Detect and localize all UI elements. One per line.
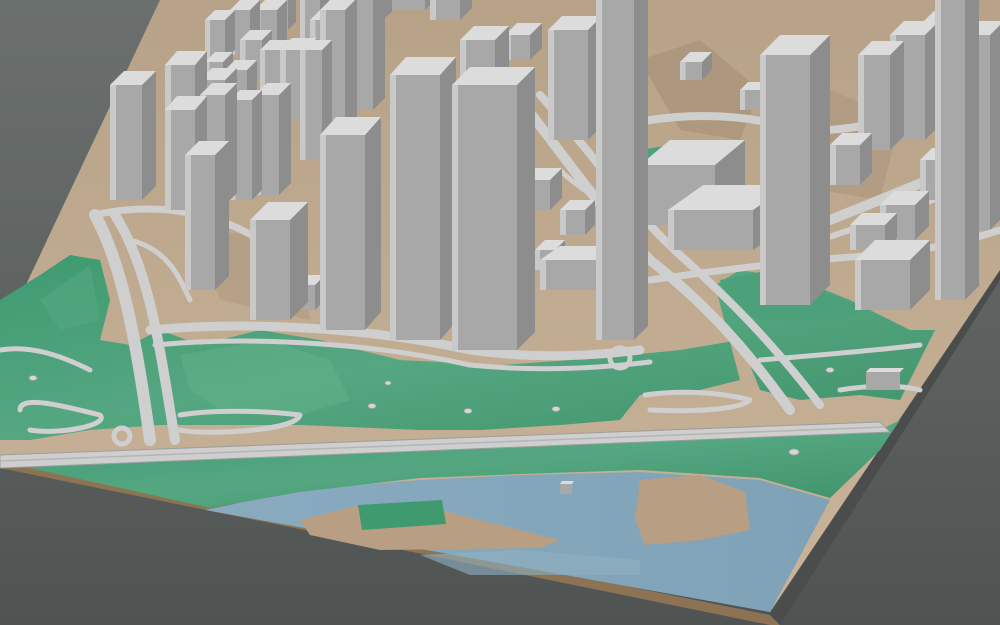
building-edge [320,135,326,330]
building-side [365,117,381,330]
building-edge [596,0,602,340]
building-edge [300,0,305,40]
building [320,117,381,330]
building-edge [760,55,766,305]
city-model-canvas[interactable] [0,0,1000,625]
building [855,240,930,310]
building-edge [250,220,256,320]
building-edge [560,210,566,235]
building-edge [935,0,941,300]
building-side [215,141,229,290]
building-edge [548,30,554,140]
building [185,141,229,290]
building-side [252,90,262,200]
building-side [810,35,830,305]
pavilion [384,380,392,386]
building-edge [110,85,116,200]
building-edge [740,90,745,110]
building [760,35,830,305]
building-side [965,0,979,300]
building-side [990,25,1000,230]
pavilion [367,403,377,409]
pavilion [463,408,473,414]
building-edge [680,62,686,80]
building [390,57,456,340]
building-edge [855,260,861,310]
building-side [373,0,385,110]
riverside-kiosk [866,368,904,390]
building-edge [830,145,836,185]
building-facade [668,210,753,250]
building-facade [452,85,517,350]
building-facade [390,75,440,340]
building-edge [850,225,856,250]
building-side [142,71,156,200]
building-facade [855,260,910,310]
building-facade [760,55,810,305]
building-edge [165,110,171,210]
pavilion [28,375,38,381]
pavilion [551,406,561,412]
building [596,0,648,340]
pavilion [788,448,800,456]
building-edge [535,250,540,270]
building-edge [300,50,306,160]
riverside-kiosk [560,481,574,494]
building-side [290,202,308,320]
pavilion [825,367,835,373]
building-edge [452,85,458,350]
building [548,16,602,140]
building [250,202,308,320]
building [935,0,979,300]
building [560,200,595,235]
building-edge [185,155,191,290]
building-edge [390,75,396,340]
building-side [634,0,648,340]
building [830,133,872,185]
building [452,67,535,350]
building-side [279,83,291,195]
building-edge [540,260,546,290]
building-side [890,41,904,150]
building [110,71,156,200]
building-edge [668,210,674,250]
building-side [517,67,535,350]
3d-city-model-viewport[interactable] [0,0,1000,625]
building-facade [320,135,365,330]
building-edge [430,0,436,20]
